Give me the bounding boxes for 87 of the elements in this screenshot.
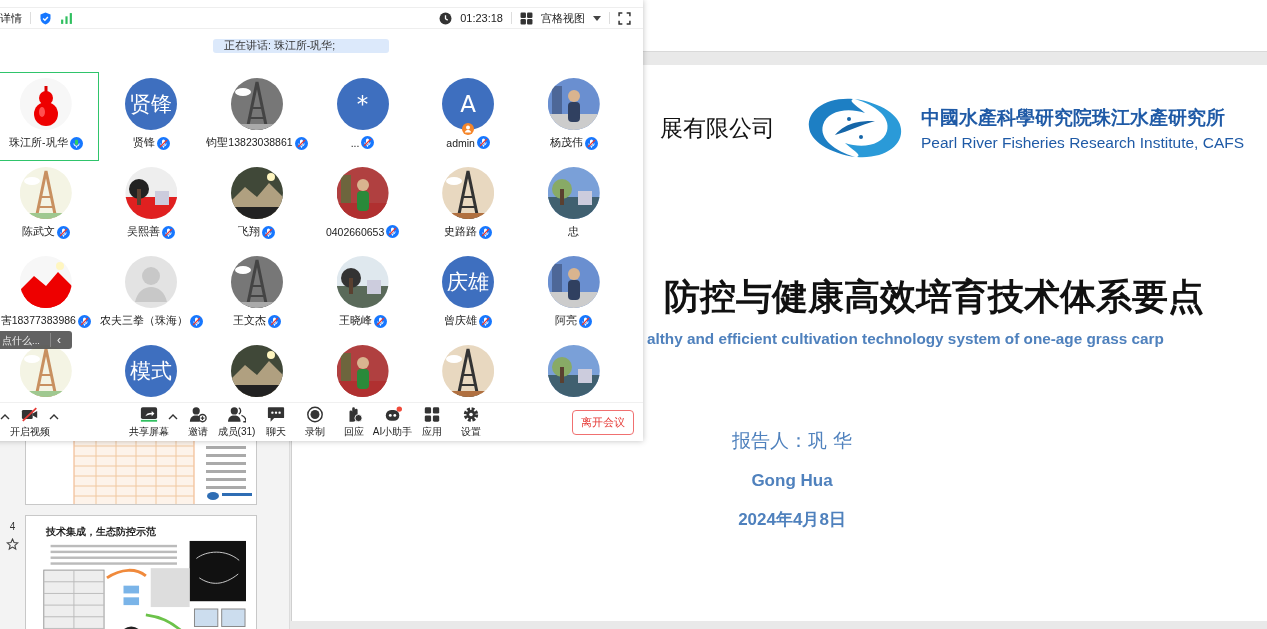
muted-microphone-icon[interactable] <box>373 314 387 328</box>
participant-name: 王晓峰 <box>338 314 372 328</box>
toolbar-button[interactable]: 设置 <box>451 405 490 439</box>
caret-icon[interactable] <box>593 15 601 21</box>
participant-name: 害18377383986 <box>0 314 76 328</box>
leave-meeting-button[interactable]: 离开会议 <box>572 409 634 435</box>
view-mode-selector[interactable]: 宫格视图 <box>541 10 585 26</box>
slide-thumbnail[interactable]: 技术集成，生态防控示范 <box>25 515 257 629</box>
participant-name: admin <box>446 136 475 149</box>
muted-microphone-icon[interactable] <box>189 314 203 328</box>
muted-microphone-icon[interactable] <box>579 314 593 328</box>
participant-name: 0402660653 <box>325 225 385 238</box>
participant-name: 吴熙善 <box>127 225 161 239</box>
default-avatar-icon <box>125 256 178 308</box>
muted-microphone-icon[interactable] <box>56 225 70 239</box>
participant-name: 飞翔 <box>238 225 261 239</box>
people-icon <box>227 405 246 423</box>
avatar-initials: 庆雄 <box>442 256 495 308</box>
microphone-icon[interactable] <box>69 136 83 150</box>
participant-name: 忠 <box>568 225 580 239</box>
muted-microphone-icon[interactable] <box>156 136 170 150</box>
avatar-initials: A <box>442 78 495 130</box>
slide-thumbnail[interactable] <box>25 441 257 505</box>
slide-title: 防控与健康高效培育技术体系要点 <box>664 275 1205 319</box>
screen-share-icon <box>139 405 158 423</box>
muted-microphone-icon[interactable] <box>361 136 375 149</box>
record-icon <box>305 405 324 423</box>
caret-icon[interactable] <box>49 413 59 421</box>
clock-icon <box>439 11 453 25</box>
participant-name: ... <box>350 136 360 149</box>
toolbar-button[interactable]: 邀请 <box>178 405 217 439</box>
avatar-initials: 模式 <box>125 345 178 397</box>
quick-chat-toast: 点什么... ‹ <box>0 331 72 349</box>
toolbar-button[interactable]: 聊天 <box>256 405 295 439</box>
slide-number: 4 <box>9 521 16 532</box>
muted-microphone-icon[interactable] <box>476 136 490 149</box>
toolbar-button[interactable]: 成员(31) <box>217 405 256 439</box>
avatar-initials: * <box>336 78 389 130</box>
participant-name: 史路路 <box>444 225 478 239</box>
speaking-banner: 正在讲话: 珠江所-巩华; <box>213 39 389 53</box>
presentation-date: 2024年4月8日 <box>738 509 846 531</box>
toolbar-button[interactable]: 开启视频 <box>10 405 49 439</box>
toolbar-button[interactable]: 回应 <box>334 405 373 439</box>
shield-icon[interactable] <box>39 11 52 25</box>
muted-microphone-icon[interactable] <box>386 225 400 238</box>
participant-name: 曾庆雄 <box>444 314 478 328</box>
toolbar-button[interactable]: 共享屏幕 <box>129 405 168 439</box>
camera-off-icon <box>20 405 39 423</box>
participant-name: 王文杰 <box>233 314 266 328</box>
robot-icon <box>383 405 402 423</box>
meeting-details-link[interactable]: 详情 <box>0 10 22 26</box>
muted-microphone-icon[interactable] <box>479 225 493 239</box>
toolbar-button[interactable]: AI小助手 <box>373 405 412 439</box>
muted-microphone-icon[interactable] <box>268 314 281 328</box>
muted-microphone-icon[interactable] <box>162 225 176 239</box>
thumbnail-title: 技术集成，生态防控示范 <box>46 525 157 539</box>
caret-icon[interactable] <box>0 413 10 421</box>
muted-microphone-icon[interactable] <box>584 136 598 150</box>
add-person-icon <box>188 405 207 423</box>
institute-name: 中國水產科學研究院珠江水產研究所 <box>921 104 1226 130</box>
muted-microphone-icon[interactable] <box>294 136 308 150</box>
settings-icon <box>461 405 480 423</box>
company-name: 展有限公司 <box>660 113 775 143</box>
caret-icon[interactable] <box>168 413 178 421</box>
chat-icon <box>266 405 285 423</box>
institute-name: Pearl River Fisheries Research Institute, CAFS <box>921 133 1245 152</box>
muted-microphone-icon[interactable] <box>262 225 276 239</box>
presenter-name: Gong Hua <box>751 471 833 491</box>
toolbar-button[interactable]: 应用 <box>412 405 451 439</box>
fullscreen-icon[interactable] <box>618 11 631 25</box>
participant-name: 阿亮 <box>555 314 578 328</box>
participant-name: 钧聖13823038861 <box>206 136 293 150</box>
grid-view-icon[interactable] <box>520 11 533 25</box>
collapse-button[interactable]: ‹ <box>50 333 61 347</box>
participant-name: 杨茂伟 <box>549 136 583 150</box>
apps-icon <box>422 405 441 423</box>
muted-microphone-icon[interactable] <box>479 314 493 328</box>
muted-microphone-icon[interactable] <box>77 314 91 328</box>
meeting-timer: 01:23:18 <box>460 12 503 24</box>
participant-name: 贤锋 <box>132 136 155 150</box>
slide-subtitle: althy and efficient cultivation technology system of one-age grass carp <box>647 330 1165 348</box>
participant-name: 农夫三拳（珠海） <box>99 314 188 328</box>
participant-name: 陈武文 <box>21 225 55 239</box>
participant-name: 珠江所-巩华 <box>9 136 68 150</box>
avatar-initials: 贤锋 <box>125 78 178 130</box>
toolbar-button[interactable]: 录制 <box>295 405 334 439</box>
presenter-name: 报告人：巩 华 <box>731 428 852 453</box>
